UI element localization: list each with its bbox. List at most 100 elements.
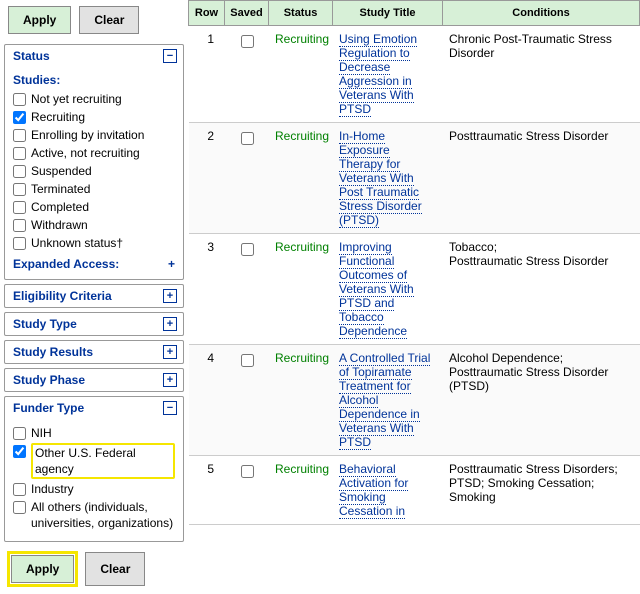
status-checkbox-label[interactable]: Suspended [31, 163, 92, 179]
funder-checkbox-label[interactable]: Industry [31, 481, 74, 497]
panel-study-results-title: Study Results [13, 345, 93, 359]
apply-button-bottom[interactable]: Apply [11, 555, 74, 583]
expand-icon: + [168, 257, 175, 271]
status-option: Enrolling by invitation [13, 127, 175, 143]
funder-option: All others (individuals, universities, o… [13, 499, 175, 531]
table-row: 5RecruitingBehavioral Activation for Smo… [189, 456, 640, 525]
save-checkbox[interactable] [241, 354, 254, 367]
panel-study-phase: Study Phase + [4, 368, 184, 392]
table-row: 1RecruitingUsing Emotion Regulation to D… [189, 26, 640, 123]
save-checkbox[interactable] [241, 465, 254, 478]
study-title-link[interactable]: In-Home Exposure Therapy for Veterans Wi… [339, 129, 422, 228]
funder-checkbox-label[interactable]: NIH [31, 425, 52, 441]
status-checkbox-label[interactable]: Withdrawn [31, 217, 88, 233]
panel-study-type-header[interactable]: Study Type + [5, 313, 183, 335]
table-row: 3 RecruitingImproving Functional Outcomes… [189, 234, 640, 345]
panel-eligibility-header[interactable]: Eligibility Criteria + [5, 285, 183, 307]
status-option: Suspended [13, 163, 175, 179]
study-title-link[interactable]: Using Emotion Regulation to Decrease Agg… [339, 32, 417, 117]
status-cell: Recruiting [269, 456, 333, 525]
study-title-link[interactable]: Improving Functional Outcomes of Veteran… [339, 240, 414, 339]
title-cell: Behavioral Activation for Smoking Cessat… [333, 456, 443, 525]
table-row: 2RecruitingIn-Home Exposure Therapy for … [189, 123, 640, 234]
title-cell: Improving Functional Outcomes of Veteran… [333, 234, 443, 345]
study-title-link[interactable]: A Controlled Trial of Topiramate Treatme… [339, 351, 430, 450]
panel-status: Status − Studies: Not yet recruitingRecr… [4, 44, 184, 280]
conditions-cell: Alcohol Dependence; Posttraumatic Stress… [443, 345, 640, 456]
panel-study-results: Study Results + [4, 340, 184, 364]
status-cell: Recruiting [269, 123, 333, 234]
save-checkbox[interactable] [241, 243, 254, 256]
row-number: 3 [189, 234, 225, 345]
expanded-access-row[interactable]: Expanded Access: + [13, 257, 175, 271]
row-number: 1 [189, 26, 225, 123]
save-checkbox[interactable] [241, 132, 254, 145]
panel-funder-header[interactable]: Funder Type − [5, 397, 183, 419]
study-title-link[interactable]: Behavioral Activation for Smoking Cessat… [339, 462, 408, 519]
panel-status-body: Studies: Not yet recruitingRecruitingEnr… [5, 67, 183, 279]
save-checkbox[interactable] [241, 35, 254, 48]
funder-checkbox-label[interactable]: Other U.S. Federal agency [35, 446, 136, 476]
status-checkbox-label[interactable]: Recruiting [31, 109, 85, 125]
funder-checkbox[interactable] [13, 483, 26, 496]
col-status-header[interactable]: Status [269, 1, 333, 26]
funder-checkbox[interactable] [13, 445, 26, 458]
conditions-cell: Chronic Post-Traumatic Stress Disorder [443, 26, 640, 123]
status-checkbox[interactable] [13, 237, 26, 250]
status-checkbox[interactable] [13, 165, 26, 178]
expanded-access-label: Expanded Access: [13, 257, 119, 271]
funder-checkbox[interactable] [13, 427, 26, 440]
filter-sidebar: Apply Clear Status − Studies: Not yet re… [0, 0, 188, 594]
status-checkbox[interactable] [13, 111, 26, 124]
panel-study-results-header[interactable]: Study Results + [5, 341, 183, 363]
results-area: Row Saved Status Study Title Conditions … [188, 0, 640, 594]
status-checkbox-label[interactable]: Enrolling by invitation [31, 127, 144, 143]
funder-option: Industry [13, 481, 175, 497]
status-checkbox-label[interactable]: Completed [31, 199, 89, 215]
col-cond-header[interactable]: Conditions [443, 1, 640, 26]
saved-cell [225, 345, 269, 456]
col-row-header[interactable]: Row [189, 1, 225, 26]
saved-cell [225, 123, 269, 234]
status-checkbox[interactable] [13, 183, 26, 196]
panel-study-type-title: Study Type [13, 317, 77, 331]
status-checkbox[interactable] [13, 219, 26, 232]
panel-eligibility-title: Eligibility Criteria [13, 289, 112, 303]
title-cell: Using Emotion Regulation to Decrease Agg… [333, 26, 443, 123]
bottom-button-row: Apply Clear [0, 546, 188, 594]
panel-study-phase-header[interactable]: Study Phase + [5, 369, 183, 391]
title-cell: A Controlled Trial of Topiramate Treatme… [333, 345, 443, 456]
panel-study-type: Study Type + [4, 312, 184, 336]
status-checkbox-label[interactable]: Unknown status† [31, 235, 123, 251]
collapse-icon: − [163, 401, 177, 415]
apply-button-top[interactable]: Apply [8, 6, 71, 34]
status-checkbox[interactable] [13, 147, 26, 160]
status-checkbox-label[interactable]: Terminated [31, 181, 90, 197]
funder-option: Other U.S. Federal agency [13, 443, 175, 479]
status-checkbox[interactable] [13, 201, 26, 214]
status-checkbox-label[interactable]: Not yet recruiting [31, 91, 122, 107]
saved-cell [225, 234, 269, 345]
status-option: Withdrawn [13, 217, 175, 233]
panel-funder-title: Funder Type [13, 401, 84, 415]
conditions-cell: Tobacco; Posttraumatic Stress Disorder [443, 234, 640, 345]
clear-button-top[interactable]: Clear [79, 6, 139, 34]
col-title-header[interactable]: Study Title [333, 1, 443, 26]
status-checkbox[interactable] [13, 93, 26, 106]
status-checkbox-label[interactable]: Active, not recruiting [31, 145, 140, 161]
panel-status-header[interactable]: Status − [5, 45, 183, 67]
funder-checkbox[interactable] [13, 501, 26, 514]
saved-cell [225, 456, 269, 525]
expand-icon: + [163, 345, 177, 359]
panel-funder-body: NIH Other U.S. Federal agency Industry All … [5, 419, 183, 541]
collapse-icon: − [163, 49, 177, 63]
status-option: Recruiting [13, 109, 175, 125]
status-cell: Recruiting [269, 345, 333, 456]
status-cell: Recruiting [269, 234, 333, 345]
funder-checkbox-label[interactable]: All others (individuals, universities, o… [31, 499, 175, 531]
status-option: Completed [13, 199, 175, 215]
funder-option: NIH [13, 425, 175, 441]
status-checkbox[interactable] [13, 129, 26, 142]
col-saved-header[interactable]: Saved [225, 1, 269, 26]
panel-eligibility: Eligibility Criteria + [4, 284, 184, 308]
